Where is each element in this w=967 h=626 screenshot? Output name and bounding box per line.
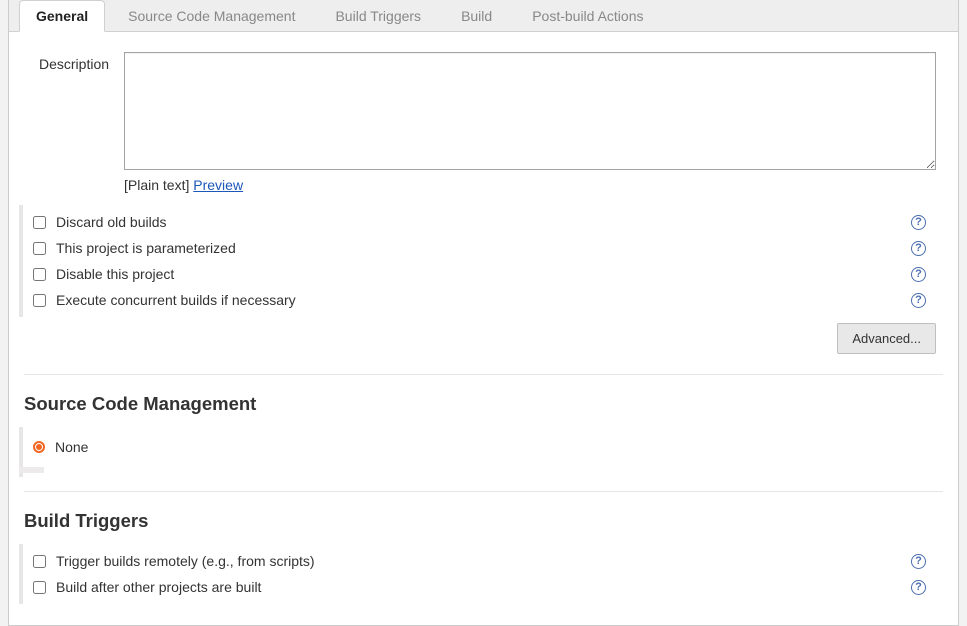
help-icon[interactable] [911, 241, 926, 256]
trigger-after-label: Build after other projects are built [56, 579, 261, 595]
parameterized-label: This project is parameterized [56, 240, 236, 256]
triggers-section-title: Build Triggers [24, 510, 948, 532]
description-textarea[interactable] [124, 52, 936, 170]
concurrent-builds-checkbox[interactable] [33, 294, 46, 307]
disable-project-checkbox[interactable] [33, 268, 46, 281]
preview-link[interactable]: Preview [193, 177, 243, 193]
discard-old-builds-row: Discard old builds [23, 209, 948, 235]
content-area: Description [Plain text] Preview Discard… [9, 32, 958, 612]
help-icon[interactable] [911, 215, 926, 230]
section-divider [24, 491, 943, 492]
trigger-remote-label: Trigger builds remotely (e.g., from scri… [56, 553, 315, 569]
trigger-after-row: Build after other projects are built [23, 574, 948, 600]
parameterized-checkbox[interactable] [33, 242, 46, 255]
general-options-section: Discard old builds This project is param… [19, 205, 948, 317]
tabs-bar: General Source Code Management Build Tri… [9, 0, 958, 32]
scm-none-label: None [55, 439, 88, 455]
tab-source-code-management[interactable]: Source Code Management [111, 0, 312, 32]
trigger-remote-row: Trigger builds remotely (e.g., from scri… [23, 548, 948, 574]
scm-none-radio[interactable] [33, 441, 45, 453]
tab-build[interactable]: Build [444, 0, 509, 32]
help-icon[interactable] [911, 267, 926, 282]
scm-none-row: None [23, 431, 948, 467]
help-icon[interactable] [911, 580, 926, 595]
help-icon[interactable] [911, 554, 926, 569]
discard-old-builds-checkbox[interactable] [33, 216, 46, 229]
tab-post-build-actions[interactable]: Post-build Actions [515, 0, 660, 32]
scm-section-title: Source Code Management [24, 393, 948, 415]
parameterized-row: This project is parameterized [23, 235, 948, 261]
advanced-row: Advanced... [9, 317, 958, 360]
disable-project-row: Disable this project [23, 261, 948, 287]
disable-project-label: Disable this project [56, 266, 174, 282]
config-panel: General Source Code Management Build Tri… [8, 0, 959, 626]
trigger-remote-checkbox[interactable] [33, 555, 46, 568]
help-icon[interactable] [911, 293, 926, 308]
section-divider [24, 374, 943, 375]
concurrent-builds-row: Execute concurrent builds if necessary [23, 287, 948, 313]
description-row: Description [Plain text] Preview [9, 36, 958, 193]
advanced-button[interactable]: Advanced... [837, 323, 936, 354]
concurrent-builds-label: Execute concurrent builds if necessary [56, 292, 296, 308]
tab-general[interactable]: General [19, 0, 105, 32]
plain-text-label: [Plain text] [124, 177, 193, 193]
trigger-after-checkbox[interactable] [33, 581, 46, 594]
discard-old-builds-label: Discard old builds [56, 214, 167, 230]
tab-build-triggers[interactable]: Build Triggers [318, 0, 438, 32]
description-footer: [Plain text] Preview [124, 177, 936, 193]
scm-section: None [19, 427, 948, 477]
description-label: Description [39, 52, 124, 72]
triggers-section: Trigger builds remotely (e.g., from scri… [19, 544, 948, 604]
